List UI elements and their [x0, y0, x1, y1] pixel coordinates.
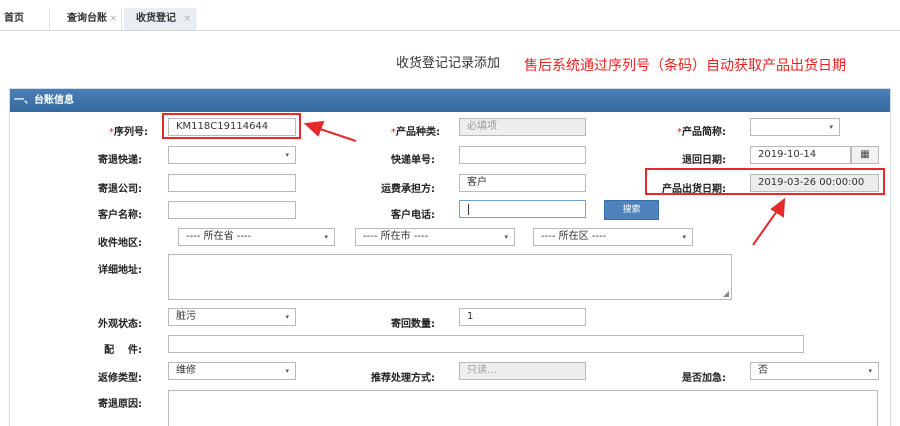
annotation-arrows [303, 120, 786, 246]
serial-arrow [319, 128, 357, 142]
ship-date-arrowhead [770, 197, 786, 218]
serial-arrowhead [303, 120, 325, 137]
ship-date-arrow [752, 210, 778, 246]
